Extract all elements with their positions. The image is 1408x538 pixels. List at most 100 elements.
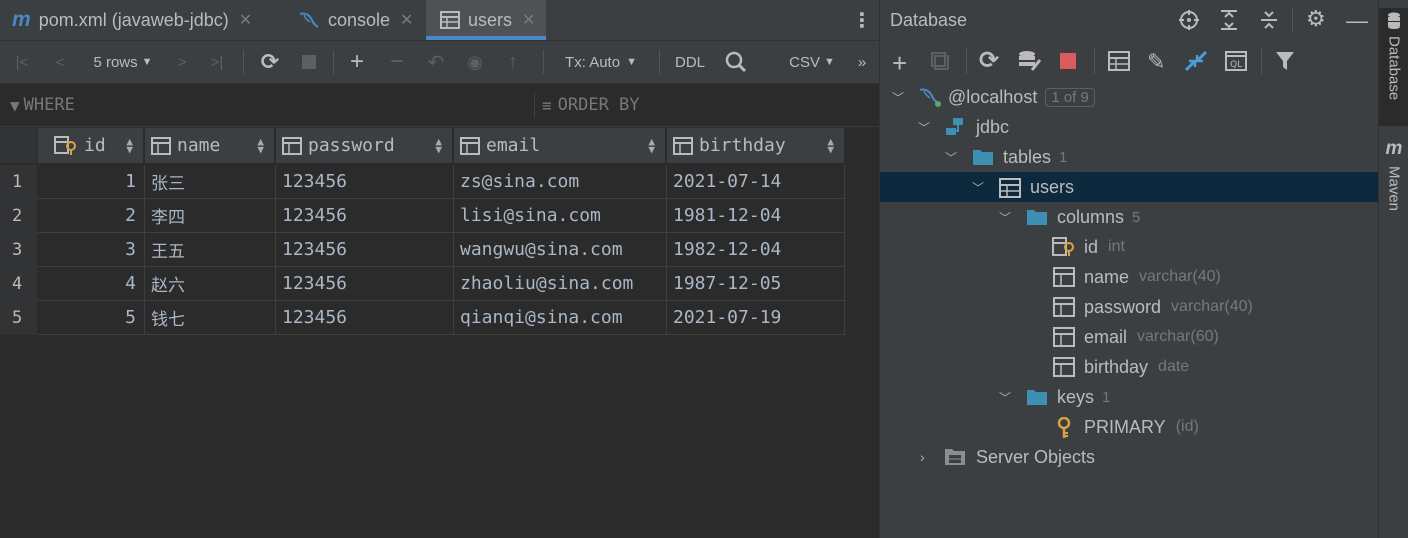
refresh-icon[interactable]: ⟳ — [257, 41, 283, 83]
cell-id[interactable]: 1 — [38, 165, 145, 199]
cell-name[interactable]: 王五 — [145, 233, 276, 267]
rows-dropdown[interactable]: 5 rows ▼ — [86, 41, 160, 83]
maven-tool-tab[interactable]: m Maven — [1379, 138, 1408, 211]
cell-name[interactable]: 赵六 — [145, 267, 276, 301]
tx-mode-dropdown[interactable]: Tx: Auto ▼ — [556, 41, 646, 83]
duplicate-icon[interactable] — [930, 51, 950, 76]
tree-node-schema[interactable]: ﹀ jdbc — [880, 112, 1378, 142]
chevron-down-icon[interactable]: ﹀ — [999, 209, 1011, 226]
column-header-password[interactable]: password ▲ ▼ — [276, 128, 453, 163]
column-header-id[interactable]: id ▲ ▼ — [38, 128, 144, 163]
minimize-icon[interactable]: — — [1346, 8, 1368, 34]
more-icon[interactable]: » — [852, 41, 872, 83]
cell-birthday[interactable]: 1982-12-04 — [667, 233, 845, 267]
tree-node-column[interactable]: email varchar(60) — [880, 322, 1378, 352]
sort-toggle-icon[interactable]: ▲ ▼ — [827, 136, 834, 155]
crosshair-icon[interactable] — [1178, 9, 1200, 36]
host-schema-badge[interactable]: 1 of 9 — [1045, 87, 1095, 107]
chevron-down-icon[interactable]: ﹀ — [972, 179, 984, 196]
chevron-down-icon[interactable]: ﹀ — [918, 119, 930, 136]
export-format-dropdown[interactable]: CSV ▼ — [786, 41, 838, 83]
next-page-icon[interactable]: > — [170, 41, 194, 83]
cell-name[interactable]: 钱七 — [145, 301, 276, 335]
table-editor-icon[interactable] — [1108, 51, 1130, 76]
row-number[interactable]: 2 — [0, 199, 37, 233]
cell-email[interactable]: zs@sina.com — [454, 165, 667, 199]
search-icon[interactable] — [722, 41, 750, 83]
tree-node-server-objects[interactable]: › Server Objects — [880, 442, 1378, 472]
chevron-down-icon[interactable]: ﹀ — [892, 89, 904, 106]
cell-birthday[interactable]: 2021-07-14 — [667, 165, 845, 199]
tab-users[interactable]: users ✕ — [426, 0, 546, 40]
close-icon[interactable]: ✕ — [400, 10, 413, 30]
first-page-icon[interactable]: |< — [10, 41, 34, 83]
tree-node-tables[interactable]: ﹀ tables 1 — [880, 142, 1378, 172]
edit-icon[interactable]: ✎ — [1147, 49, 1165, 75]
revert-icon[interactable]: ↶ — [424, 41, 448, 83]
tree-node-column[interactable]: password varchar(40) — [880, 292, 1378, 322]
cell-birthday[interactable]: 1987-12-05 — [667, 267, 845, 301]
add-row-icon[interactable]: + — [345, 41, 369, 83]
row-number[interactable]: 4 — [0, 267, 37, 301]
cell-password[interactable]: 123456 — [276, 233, 454, 267]
tree-node-column[interactable]: birthday date — [880, 352, 1378, 382]
tree-node-columns[interactable]: ﹀ columns 5 — [880, 202, 1378, 232]
tab-pom-xml[interactable]: m pom.xml (javaweb-jdbc) ✕ — [12, 0, 252, 40]
cell-id[interactable]: 2 — [38, 199, 145, 233]
preview-changes-icon[interactable]: ◉ — [463, 41, 487, 83]
collapse-all-icon[interactable] — [1258, 9, 1280, 36]
sort-toggle-icon[interactable]: ▲ ▼ — [435, 136, 442, 155]
cell-name[interactable]: 张三 — [145, 165, 276, 199]
submit-icon[interactable]: ↑ — [501, 41, 525, 83]
row-number[interactable]: 5 — [0, 301, 37, 335]
stop-icon[interactable] — [1060, 53, 1076, 69]
cell-email[interactable]: zhaoliu@sina.com — [454, 267, 667, 301]
gear-icon[interactable]: ⚙ — [1306, 6, 1326, 32]
close-icon[interactable]: ✕ — [239, 10, 252, 30]
sort-toggle-icon[interactable]: ▲ ▼ — [257, 136, 264, 155]
chevron-right-icon[interactable]: › — [920, 449, 925, 465]
row-number[interactable]: 3 — [0, 233, 37, 267]
tree-node-keys[interactable]: ﹀ keys 1 — [880, 382, 1378, 412]
delete-row-icon[interactable]: − — [385, 41, 409, 83]
db-properties-icon[interactable] — [1018, 50, 1042, 77]
column-header-birthday[interactable]: birthday ▲ ▼ — [667, 128, 845, 163]
order-by-filter[interactable]: ≡ ORDER BY — [542, 84, 640, 126]
row-number[interactable]: 1 — [0, 165, 37, 199]
refresh-icon[interactable]: ⟳ — [979, 46, 999, 75]
tree-node-column[interactable]: id int — [880, 232, 1378, 262]
stop-icon[interactable] — [297, 41, 321, 83]
tree-node-host[interactable]: ﹀ @localhost 1 of 9 — [880, 82, 1378, 112]
cell-password[interactable]: 123456 — [276, 267, 454, 301]
database-tool-tab[interactable]: Database — [1379, 8, 1408, 126]
cell-birthday[interactable]: 1981-12-04 — [667, 199, 845, 233]
ddl-button[interactable]: DDL — [672, 41, 708, 83]
column-header-name[interactable]: name ▲ ▼ — [145, 128, 275, 163]
cell-email[interactable]: qianqi@sina.com — [454, 301, 667, 335]
cell-name[interactable]: 李四 — [145, 199, 276, 233]
tree-node-table-users[interactable]: ﹀ users — [880, 172, 1378, 202]
last-page-icon[interactable]: >| — [205, 41, 229, 83]
jump-to-source-icon[interactable] — [1184, 50, 1208, 77]
cell-id[interactable]: 5 — [38, 301, 145, 335]
expand-all-icon[interactable] — [1218, 9, 1240, 36]
cell-password[interactable]: 123456 — [276, 165, 454, 199]
tree-node-primary-key[interactable]: PRIMARY (id) — [880, 412, 1378, 442]
add-icon[interactable]: + — [892, 48, 907, 79]
chevron-down-icon[interactable]: ﹀ — [999, 389, 1011, 406]
cell-id[interactable]: 3 — [38, 233, 145, 267]
tab-menu-icon[interactable]: ⋮ — [852, 0, 872, 40]
cell-birthday[interactable]: 2021-07-19 — [667, 301, 845, 335]
sort-toggle-icon[interactable]: ▲ ▼ — [126, 136, 133, 155]
where-filter[interactable]: ▼ WHERE — [10, 84, 75, 126]
column-header-email[interactable]: email ▲ ▼ — [454, 128, 666, 163]
tree-node-column[interactable]: name varchar(40) — [880, 262, 1378, 292]
prev-page-icon[interactable]: < — [48, 41, 72, 83]
query-console-icon[interactable]: QL — [1225, 51, 1247, 76]
cell-password[interactable]: 123456 — [276, 301, 454, 335]
close-icon[interactable]: ✕ — [522, 10, 535, 30]
tab-console[interactable]: console ✕ — [298, 0, 413, 40]
chevron-down-icon[interactable]: ﹀ — [945, 149, 957, 166]
cell-email[interactable]: wangwu@sina.com — [454, 233, 667, 267]
cell-password[interactable]: 123456 — [276, 199, 454, 233]
